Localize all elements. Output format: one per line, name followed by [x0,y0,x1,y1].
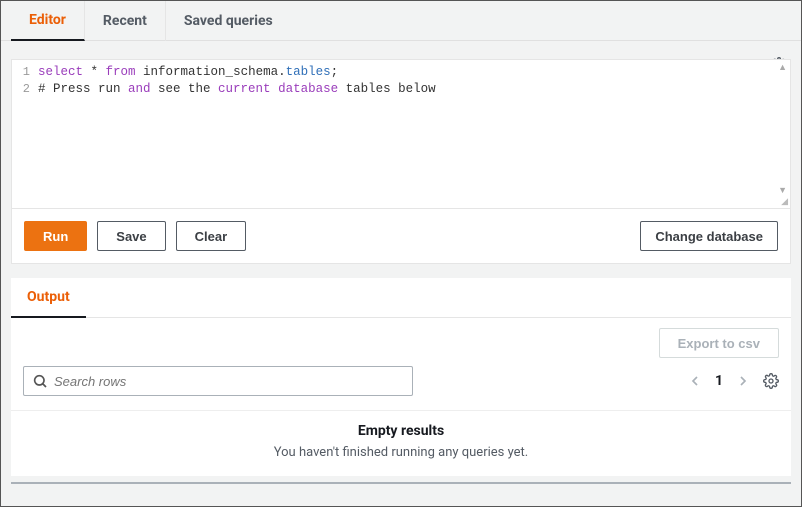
pager: 1 [687,373,779,389]
editor-gutter: 12 [12,60,34,208]
footer-divider [11,482,791,484]
output-tabs: Output [11,278,791,318]
search-icon [32,373,48,389]
empty-results-message: You haven't finished running any queries… [11,445,791,460]
empty-results-title: Empty results [11,423,791,439]
search-rows-input[interactable] [54,374,404,389]
prev-page-button[interactable] [687,373,703,389]
tab-saved-queries[interactable]: Saved queries [166,1,291,41]
clear-button[interactable]: Clear [176,221,247,251]
save-button[interactable]: Save [97,221,165,251]
tab-recent[interactable]: Recent [85,1,166,41]
sql-editor[interactable]: 12 select * from information_schema.tabl… [11,59,791,209]
tab-editor[interactable]: Editor [11,1,85,41]
top-tabs: Editor Recent Saved queries [1,1,801,41]
editor-toolbar: Run Save Clear Change database [11,209,791,264]
output-section: Output Export to csv 1 [11,278,791,476]
run-button[interactable]: Run [24,221,87,251]
sql-editor-section: 12 select * from information_schema.tabl… [11,59,791,209]
empty-results: Empty results You haven't finished runni… [11,410,791,476]
editor-code[interactable]: select * from information_schema.tables;… [34,60,440,208]
next-page-button[interactable] [735,373,751,389]
search-rows-box[interactable] [23,366,413,396]
scroll-up-indicator: ▲ [778,62,787,73]
resize-handle[interactable]: ◢ [781,197,788,207]
scroll-down-indicator: ▼ [778,185,787,196]
export-csv-button[interactable]: Export to csv [659,328,779,358]
change-database-button[interactable]: Change database [640,221,778,251]
page-indicator: 1 [715,373,723,389]
results-settings-icon[interactable] [763,373,779,389]
tab-output[interactable]: Output [11,278,86,318]
